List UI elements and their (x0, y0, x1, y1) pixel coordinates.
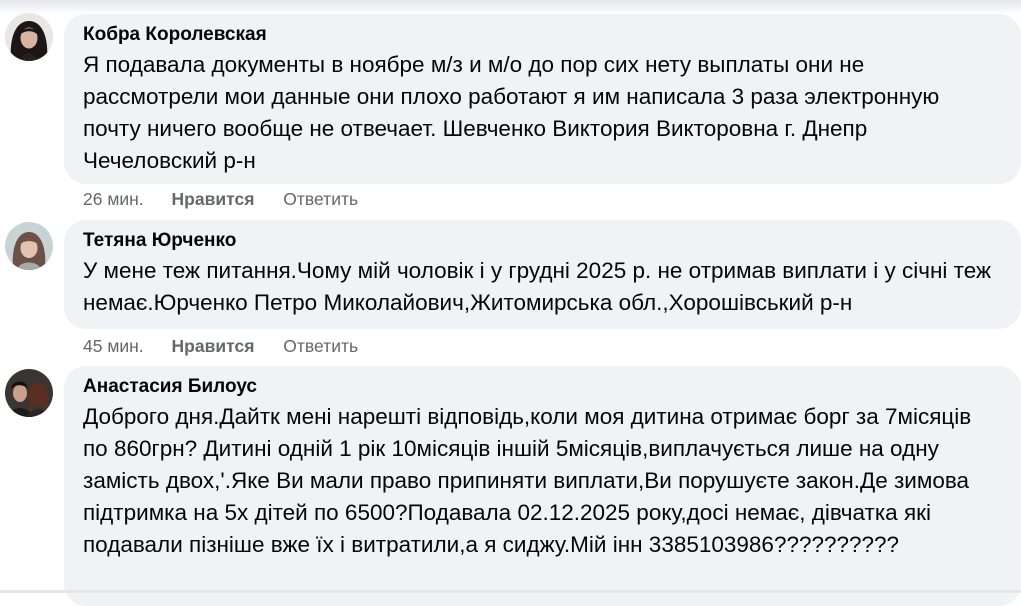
comment-bubble: Анастасия Билоус Доброго дня.Дайтк мені … (64, 366, 1021, 606)
avatar[interactable] (5, 369, 53, 417)
comment-bubble: Кобра Королевская Я подавала документы в… (64, 14, 1021, 184)
like-button[interactable]: Нравится (172, 336, 255, 356)
comment-actions: 45 мин. Нравится Ответить (83, 336, 358, 356)
comment-time[interactable]: 45 мин. (83, 336, 144, 356)
comment-text: Я подавала документы в ноябре м/з и м/о … (83, 52, 946, 173)
comment-author[interactable]: Анастасия Билоус (83, 376, 1001, 398)
top-divider (0, 0, 1021, 14)
reply-button[interactable]: Ответить (283, 189, 358, 209)
like-button[interactable]: Нравится (172, 189, 255, 209)
avatar[interactable] (5, 13, 53, 61)
reply-button[interactable]: Ответить (283, 336, 358, 356)
avatar[interactable] (5, 222, 53, 270)
comment-time[interactable]: 26 мин. (83, 189, 144, 209)
comment-actions: 26 мин. Нравится Ответить (83, 189, 358, 209)
comment-text: У мене теж питання.Чому мій чоловік і у … (83, 258, 998, 315)
comment-text: Доброго дня.Дайтк мені нарешті відповідь… (83, 404, 978, 557)
comment-author[interactable]: Кобра Королевская (83, 24, 1001, 46)
comment-bubble: Тетяна Юрченко У мене теж питання.Чому м… (64, 220, 1021, 329)
comment-author[interactable]: Тетяна Юрченко (83, 230, 1001, 252)
